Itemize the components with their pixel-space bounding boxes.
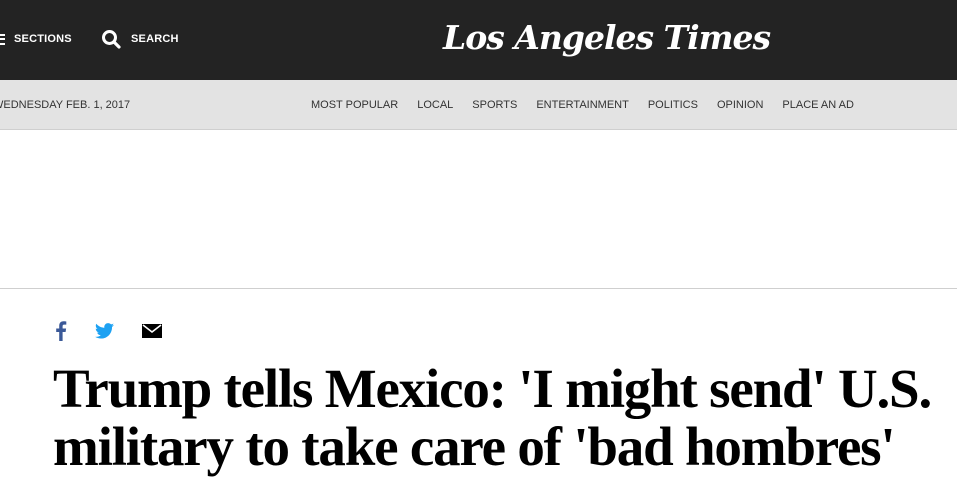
nav-link-sports[interactable]: SPORTS (472, 99, 517, 111)
search-label: SEARCH (131, 33, 179, 45)
search-button[interactable]: SEARCH (101, 26, 179, 52)
ad-slot (0, 131, 957, 289)
current-date: WEDNESDAY FEB. 1, 2017 (0, 99, 131, 111)
nav-link-politics[interactable]: POLITICS (648, 99, 698, 111)
facebook-icon[interactable] (55, 321, 67, 341)
nav-link-place-an-ad[interactable]: PLACE AN AD (782, 99, 854, 111)
nav-link-local[interactable]: LOCAL (417, 99, 453, 111)
article-headline: Trump tells Mexico: 'I might send' U.S. … (53, 358, 932, 477)
sections-label: SECTIONS (14, 33, 72, 45)
hamburger-icon (0, 33, 5, 45)
nav-links: MOST POPULAR LOCAL SPORTS ENTERTAINMENT … (311, 80, 873, 130)
search-icon (102, 30, 121, 49)
site-logo[interactable]: Los Angeles Times (443, 15, 771, 61)
nav-link-most-popular[interactable]: MOST POPULAR (311, 99, 398, 111)
twitter-icon[interactable] (95, 323, 114, 339)
nav-link-opinion[interactable]: OPINION (717, 99, 763, 111)
nav-bar: WEDNESDAY FEB. 1, 2017 MOST POPULAR LOCA… (0, 80, 957, 130)
top-header: SECTIONS SEARCH Los Angeles Times (0, 0, 957, 80)
sections-button[interactable]: SECTIONS (0, 26, 72, 52)
nav-link-entertainment[interactable]: ENTERTAINMENT (536, 99, 629, 111)
share-bar (55, 319, 162, 343)
email-icon[interactable] (142, 324, 162, 338)
